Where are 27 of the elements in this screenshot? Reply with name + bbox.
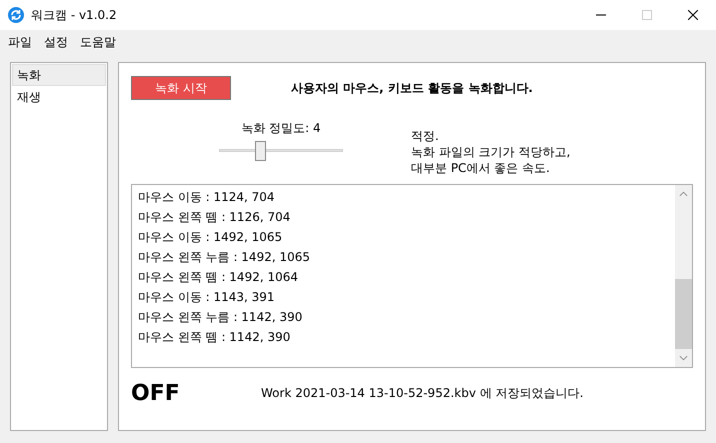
sidebar-item[interactable]: 녹화 — [12, 64, 106, 86]
precision-description: 적정. — [411, 128, 440, 144]
scrollbar-thumb[interactable] — [675, 278, 692, 349]
log-entry: 마우스 왼쪽 뗌 : 1126, 704 — [138, 209, 292, 226]
menu-item[interactable]: 도움말 — [80, 34, 116, 51]
scroll-up-icon[interactable] — [679, 191, 688, 197]
precision-description: 녹화 파일의 크기가 적당하고, — [411, 144, 570, 160]
log-entry: 마우스 왼쪽 누름 : 1142, 390 — [138, 309, 304, 326]
sidebar-item[interactable]: 재생 — [12, 86, 106, 108]
precision-label: 녹화 정밀도: 4 — [241, 120, 321, 137]
log-entry: 마우스 이동 : 1143, 391 — [138, 289, 276, 306]
log-entry: 마우스 왼쪽 누름 : 1492, 1065 — [138, 249, 312, 266]
heading: 사용자의 마우스, 키보드 활동을 녹화합니다. — [291, 80, 533, 96]
precision-slider[interactable] — [219, 141, 343, 161]
log-entry: 마우스 이동 : 1124, 704 — [138, 189, 276, 206]
window-title: 워크캠 - v1.0.2 — [31, 6, 117, 24]
log-entry: 마우스 이동 : 1492, 1065 — [138, 229, 284, 246]
scroll-down-icon[interactable] — [679, 355, 688, 361]
log-entry: 마우스 왼쪽 뗌 : 1142, 390 — [138, 329, 292, 346]
log-entry: 마우스 왼쪽 뗌 : 1492, 1064 — [138, 269, 300, 286]
recording-state: OFF — [131, 380, 181, 406]
app-logo-icon — [8, 7, 24, 23]
menu-item[interactable]: 설정 — [44, 34, 68, 51]
precision-description: 대부분 PC에서 좋은 속도. — [411, 160, 551, 176]
record-start-button[interactable]: 녹화 시작 — [131, 76, 231, 100]
status-message: Work 2021-03-14 13-10-52-952.kbv 에 저장되었습니다. — [261, 384, 584, 402]
menu-item[interactable]: 파일 — [8, 34, 32, 51]
